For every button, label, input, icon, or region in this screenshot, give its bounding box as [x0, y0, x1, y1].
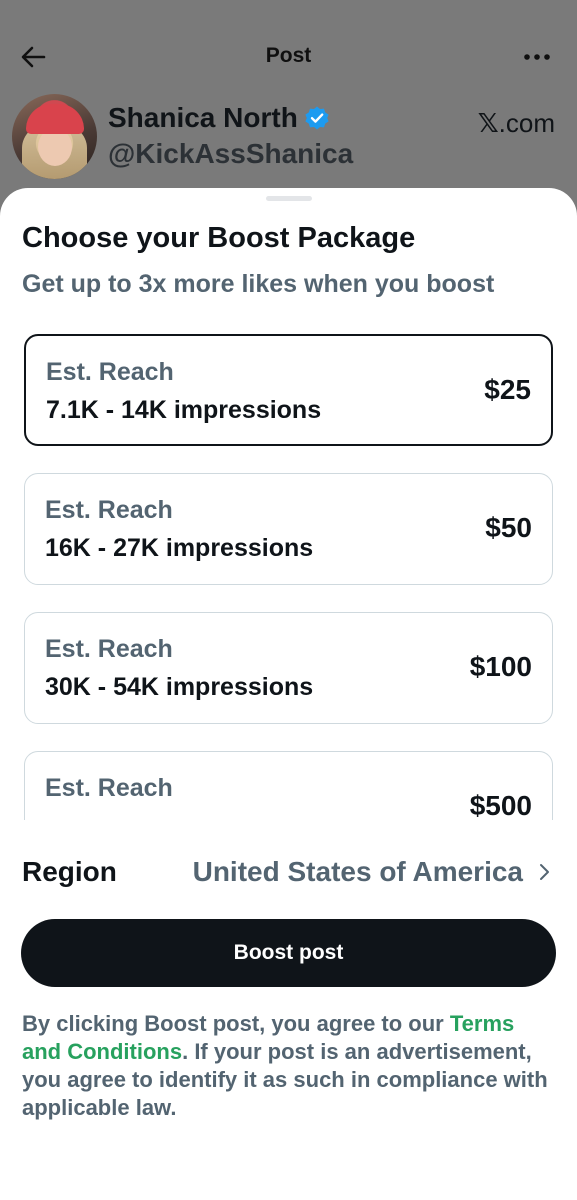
source-domain: .com [498, 108, 555, 138]
region-selector[interactable]: Region United States of America [22, 852, 557, 892]
package-label: Est. Reach [45, 774, 173, 802]
x-logo-icon: 𝕏 [477, 109, 499, 139]
region-value: United States of America [192, 856, 523, 887]
author-name-row: Shanica North [108, 102, 330, 134]
sheet-subtitle: Get up to 3x more likes when you boost [22, 270, 495, 298]
sheet-title: Choose your Boost Package [22, 222, 416, 254]
package-list[interactable]: Est. Reach 7.1K - 14K impressions $25 Es… [0, 334, 577, 820]
boost-post-button[interactable]: Boost post [21, 919, 556, 987]
package-price: $100 [469, 651, 532, 682]
package-price: $500 [469, 790, 532, 820]
page-title: Post [265, 44, 312, 67]
package-label: Est. Reach [45, 635, 173, 663]
package-price: $50 [485, 512, 532, 543]
package-option-100[interactable]: Est. Reach 30K - 54K impressions $100 [24, 612, 553, 724]
legal-text-before: By clicking Boost post, you agree to our [22, 1011, 450, 1036]
package-option-50[interactable]: Est. Reach 16K - 27K impressions $50 [24, 473, 553, 585]
package-option-500[interactable]: Est. Reach $500 [24, 751, 553, 820]
source-label: 𝕏.com [478, 108, 555, 139]
package-range: 16K - 27K impressions [45, 534, 314, 562]
package-price: $25 [484, 374, 531, 405]
sheet-grabber[interactable] [266, 196, 312, 201]
boost-bottom-sheet: Choose your Boost Package Get up to 3x m… [0, 188, 577, 1200]
package-option-25[interactable]: Est. Reach 7.1K - 14K impressions $25 [24, 334, 553, 446]
package-label: Est. Reach [46, 358, 174, 386]
avatar[interactable] [12, 94, 97, 179]
post-author: Shanica North @KickAssShanica 𝕏.com [12, 94, 565, 184]
package-range: 7.1K - 14K impressions [46, 396, 322, 424]
region-label: Region [22, 856, 117, 887]
author-handle[interactable]: @KickAssShanica [108, 138, 353, 170]
package-label: Est. Reach [45, 496, 173, 524]
top-bar: Post [0, 28, 577, 84]
author-name[interactable]: Shanica North [108, 102, 298, 134]
chevron-right-icon [537, 862, 551, 882]
verified-badge-icon [304, 105, 330, 131]
more-dots-icon[interactable] [523, 44, 551, 70]
package-range: 30K - 54K impressions [45, 673, 314, 701]
legal-disclaimer: By clicking Boost post, you agree to our… [22, 1010, 557, 1122]
